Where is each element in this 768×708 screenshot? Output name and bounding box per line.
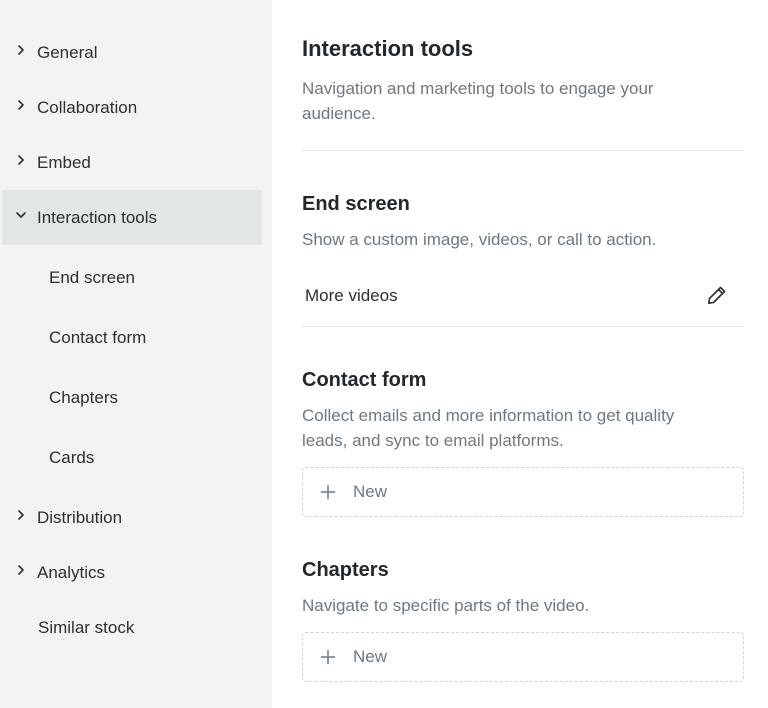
sidebar-item-label: Analytics <box>37 562 106 582</box>
sidebar-item-label: Chapters <box>49 388 118 407</box>
sidebar-item-label: Interaction tools <box>37 207 158 227</box>
contact-form-heading: Contact form <box>302 369 427 391</box>
plus-icon <box>320 484 336 500</box>
pencil-icon <box>705 283 729 307</box>
new-button-label: New <box>353 482 388 501</box>
sidebar-item-label: Similar stock <box>38 617 135 637</box>
divider <box>302 150 744 151</box>
sidebar-item-label: Embed <box>37 152 91 172</box>
chapters-heading: Chapters <box>302 559 389 581</box>
edit-end-screen-button[interactable] <box>705 283 729 307</box>
plus-icon <box>320 649 336 665</box>
sidebar-item-label: Contact form <box>49 328 147 347</box>
chapters-description: Navigate to specific parts of the video. <box>302 596 590 615</box>
sidebar-item-embed[interactable]: Embed <box>2 135 262 190</box>
page-title: Interaction tools <box>302 36 474 61</box>
end-screen-value: More videos <box>305 286 398 305</box>
chevron-right-icon <box>15 154 27 166</box>
chevron-right-icon <box>15 509 27 521</box>
sidebar-item-label: Collaboration <box>37 97 138 117</box>
end-screen-description: Show a custom image, videos, or call to … <box>302 230 657 249</box>
sidebar: General Collaboration Embed Interaction … <box>0 0 272 708</box>
new-button-label: New <box>353 647 388 666</box>
sidebar-item-collaboration[interactable]: Collaboration <box>2 80 262 135</box>
sidebar-subitem-end-screen[interactable]: End screen <box>2 248 262 308</box>
sidebar-subitem-cards[interactable]: Cards <box>2 428 262 488</box>
sidebar-item-similar-stock[interactable]: Similar stock <box>2 600 262 655</box>
new-contact-form-button[interactable]: New <box>302 467 744 517</box>
chevron-right-icon <box>15 99 27 111</box>
end-screen-heading: End screen <box>302 193 410 215</box>
sidebar-item-distribution[interactable]: Distribution <box>2 490 262 545</box>
sidebar-item-label: End screen <box>49 268 135 287</box>
chevron-right-icon <box>15 564 27 576</box>
sidebar-subitem-contact-form[interactable]: Contact form <box>2 308 262 368</box>
new-chapter-button[interactable]: New <box>302 632 744 682</box>
sidebar-item-label: Distribution <box>37 507 123 527</box>
sidebar-item-interaction-tools[interactable]: Interaction tools <box>2 190 262 245</box>
chevron-right-icon <box>15 44 27 56</box>
sidebar-subitem-chapters[interactable]: Chapters <box>2 368 262 428</box>
main-content: Interaction tools Navigation and marketi… <box>272 0 768 708</box>
sidebar-item-analytics[interactable]: Analytics <box>2 545 262 600</box>
sidebar-item-label: Cards <box>49 448 95 467</box>
divider <box>302 326 744 327</box>
settings-panel: General Collaboration Embed Interaction … <box>0 0 768 708</box>
sidebar-item-general[interactable]: General <box>2 25 262 80</box>
sidebar-item-label: General <box>37 42 98 62</box>
page-description: Navigation and marketing tools to engage… <box>302 79 654 123</box>
chevron-down-icon <box>15 209 27 221</box>
contact-form-description: Collect emails and more information to g… <box>302 406 675 450</box>
